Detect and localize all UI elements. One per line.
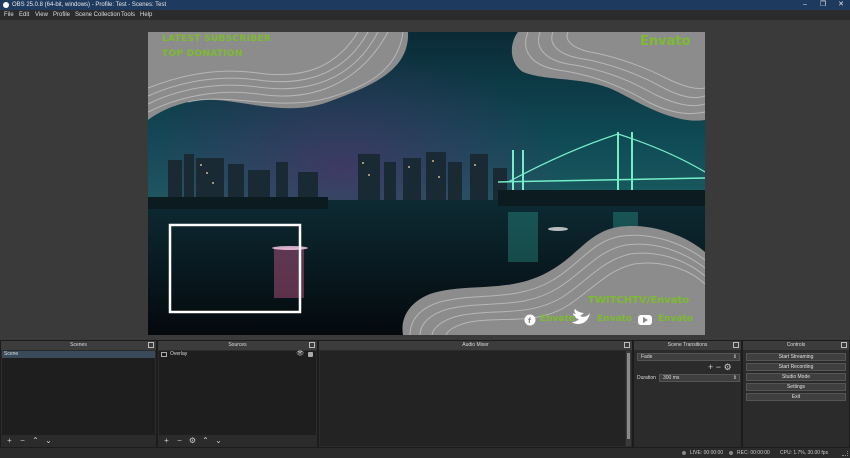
obs-logo-icon xyxy=(3,2,9,8)
scenes-dock: Scenes Scene + − ⌃ ⌄ xyxy=(0,340,157,448)
menu-profile[interactable]: Profile xyxy=(53,10,70,20)
transition-toolbar: + − ⚙ xyxy=(708,363,732,372)
sources-list[interactable]: Overlay 👁 xyxy=(159,351,316,435)
duration-label: Duration xyxy=(637,375,656,381)
menu-file[interactable]: File xyxy=(4,10,14,20)
dock-float-icon[interactable] xyxy=(841,342,847,348)
move-down-button[interactable]: ⌄ xyxy=(212,436,225,446)
image-source-icon xyxy=(161,352,167,357)
add-scene-button[interactable]: + xyxy=(3,436,16,446)
menu-edit[interactable]: Edit xyxy=(19,10,29,20)
resize-grip-icon[interactable] xyxy=(842,451,848,456)
scenes-toolbar: + − ⌃ ⌄ xyxy=(3,436,55,446)
scenes-list[interactable]: Scene xyxy=(2,351,155,435)
lock-icon[interactable] xyxy=(308,352,313,357)
visibility-eye-icon[interactable]: 👁 xyxy=(296,351,304,358)
move-down-button[interactable]: ⌄ xyxy=(42,436,55,446)
title-bar: OBS 25.0.8 (64-bit, windows) - Profile: … xyxy=(0,0,850,10)
sources-toolbar: + − ⚙ ⌃ ⌄ xyxy=(160,436,225,446)
add-transition-button[interactable]: + xyxy=(708,362,713,372)
scene-transitions-title: Scene Transitions xyxy=(634,341,741,350)
controls-title: Controls xyxy=(743,341,849,350)
remove-source-button[interactable]: − xyxy=(173,436,186,446)
twitch-label: TWITCHTV/Envato xyxy=(588,295,690,306)
maximize-button[interactable]: ❐ xyxy=(814,0,832,10)
facebook-handle: Envato xyxy=(540,314,575,324)
twitter-handle: Envato xyxy=(597,314,632,324)
live-indicator-icon xyxy=(682,451,686,455)
transition-select[interactable]: Fade ⇕ xyxy=(637,353,740,361)
scene-transitions-dock: Scene Transitions Fade ⇕ + − ⚙ Duration … xyxy=(633,340,742,448)
audio-mixer-title: Audio Mixer xyxy=(319,341,632,350)
remove-scene-button[interactable]: − xyxy=(16,436,29,446)
stepper-icon[interactable]: ⇕ xyxy=(733,375,737,381)
rec-indicator-icon xyxy=(729,451,733,455)
latest-subscriber-label: LATEST SUBSCRIBER xyxy=(162,34,272,44)
dock-float-icon[interactable] xyxy=(148,342,154,348)
chevron-down-icon: ⇕ xyxy=(732,354,737,360)
brand-label: Envato xyxy=(640,34,691,49)
menu-scene-collection[interactable]: Scene Collection xyxy=(75,10,120,20)
source-properties-gear-icon[interactable]: ⚙ xyxy=(186,436,199,446)
menu-tools[interactable]: Tools xyxy=(121,10,135,20)
source-item[interactable]: Overlay 👁 xyxy=(159,351,316,358)
preview-canvas[interactable]: f LATEST SUBSCRIBER TOP DONATION Envato … xyxy=(148,32,705,335)
sources-dock-title: Sources xyxy=(158,341,317,350)
remove-transition-button[interactable]: − xyxy=(716,362,721,372)
dock-float-icon[interactable] xyxy=(624,342,630,348)
mixer-scrollbar[interactable] xyxy=(626,351,631,446)
move-up-button[interactable]: ⌃ xyxy=(29,436,42,446)
top-donation-label: TOP DONATION xyxy=(162,49,243,59)
settings-button[interactable]: Settings xyxy=(746,383,846,391)
transition-selected: Fade xyxy=(641,354,653,360)
transition-gear-icon[interactable]: ⚙ xyxy=(724,362,732,372)
stream-preview-image: f xyxy=(148,32,705,335)
rec-timer: REC: 00:00:00 xyxy=(737,450,770,456)
minimize-button[interactable]: – xyxy=(796,0,814,10)
start-streaming-button[interactable]: Start Streaming xyxy=(746,353,846,361)
add-source-button[interactable]: + xyxy=(160,436,173,446)
scrollbar-thumb[interactable] xyxy=(627,353,630,439)
sources-dock: Sources Overlay 👁 + − ⚙ ⌃ ⌄ xyxy=(157,340,318,448)
window-title: OBS 25.0.8 (64-bit, windows) - Profile: … xyxy=(12,2,167,8)
duration-value: 300 ms xyxy=(663,375,680,381)
source-item-label: Overlay xyxy=(170,351,188,357)
studio-mode-button[interactable]: Studio Mode xyxy=(746,373,846,381)
live-timer: LIVE: 00:00:00 xyxy=(690,450,724,456)
youtube-handle: Envato xyxy=(658,314,693,324)
cpu-fps-readout: CPU: 1.7%, 30.00 fps xyxy=(780,450,829,456)
close-button[interactable]: ✕ xyxy=(832,0,850,10)
menu-bar: File Edit View Profile Scene Collection … xyxy=(0,10,850,20)
audio-mixer-dock: Audio Mixer xyxy=(318,340,633,448)
audio-mixer-area xyxy=(320,351,625,446)
duration-field[interactable]: 300 ms ⇕ xyxy=(659,374,740,382)
scene-item[interactable]: Scene xyxy=(2,351,155,358)
start-recording-button[interactable]: Start Recording xyxy=(746,363,846,371)
menu-help[interactable]: Help xyxy=(140,10,152,20)
dock-float-icon[interactable] xyxy=(309,342,315,348)
dock-float-icon[interactable] xyxy=(733,342,739,348)
status-bar: LIVE: 00:00:00 REC: 00:00:00 CPU: 1.7%, … xyxy=(0,448,850,458)
controls-dock: Controls Start Streaming Start Recording… xyxy=(742,340,850,448)
scenes-dock-title: Scenes xyxy=(1,341,156,350)
exit-button[interactable]: Exit xyxy=(746,393,846,401)
move-up-button[interactable]: ⌃ xyxy=(199,436,212,446)
menu-view[interactable]: View xyxy=(35,10,48,20)
